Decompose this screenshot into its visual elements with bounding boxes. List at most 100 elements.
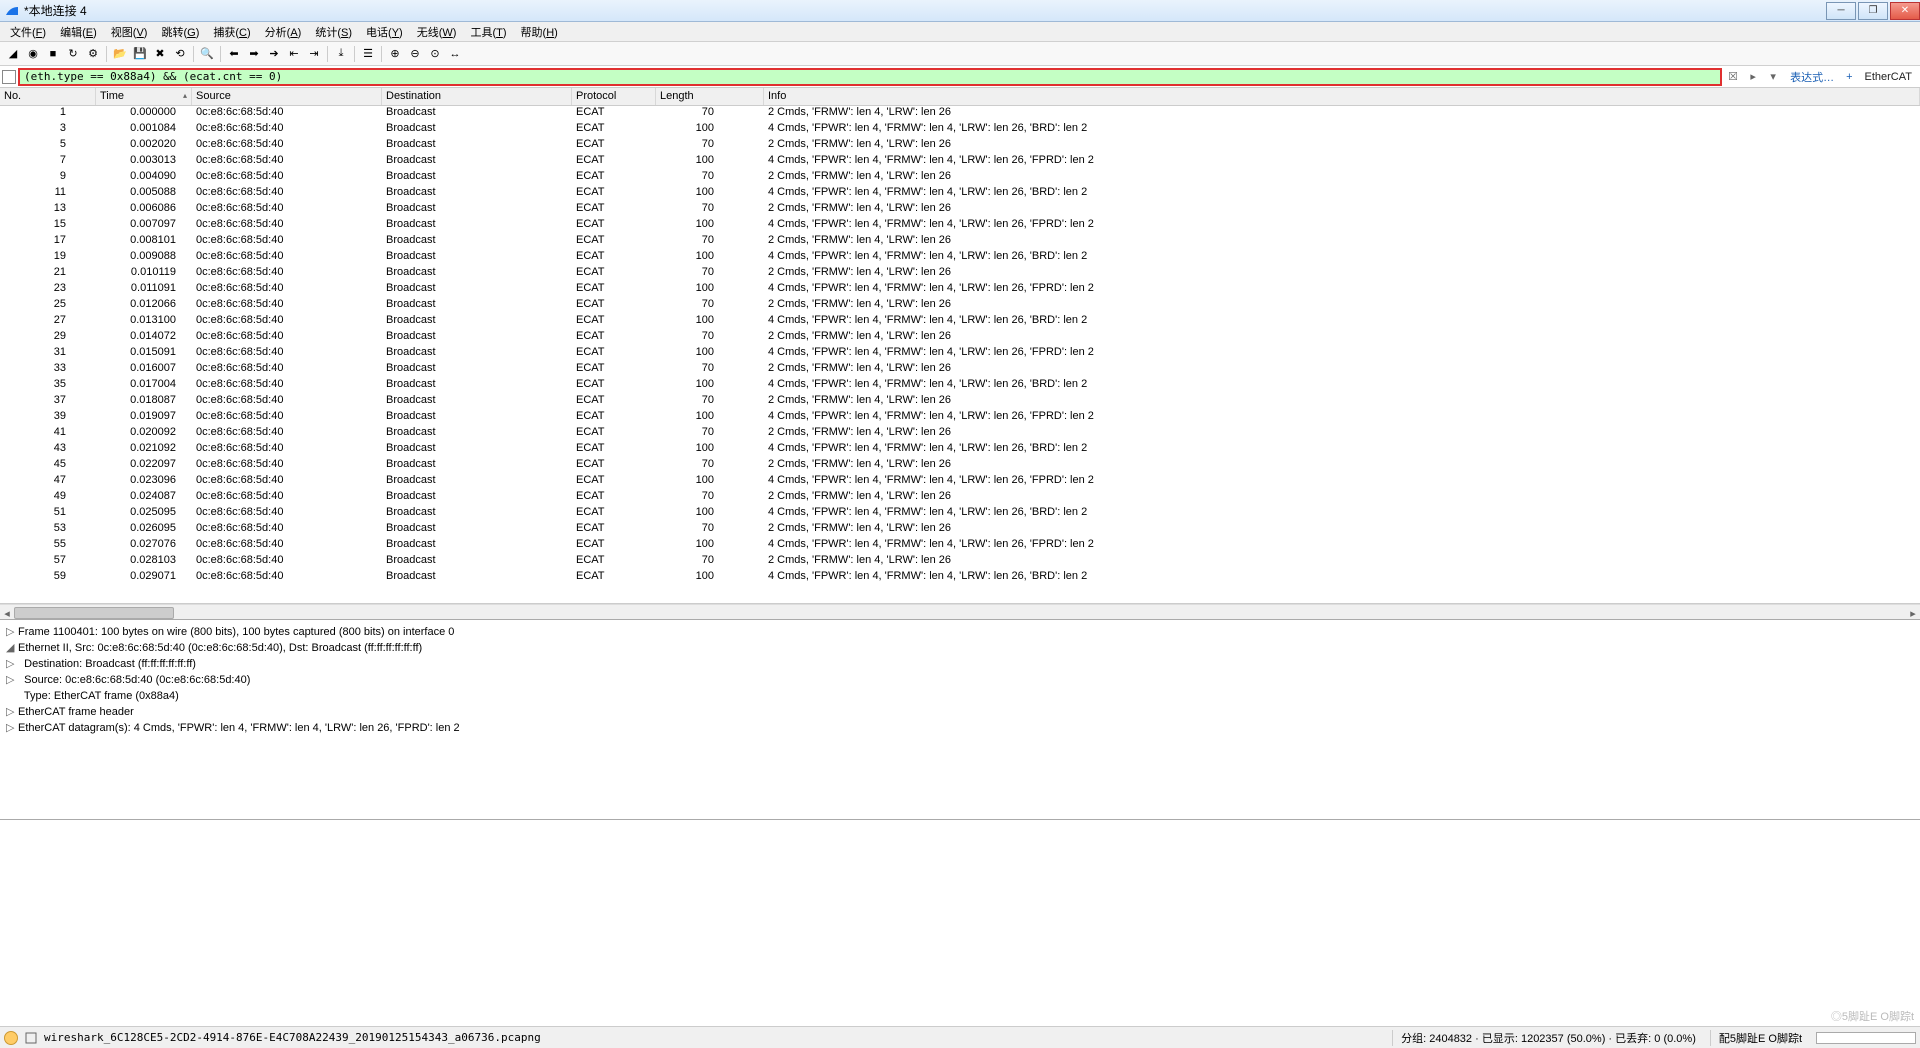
filter-protocol-label[interactable]: EtherCAT <box>1859 71 1918 83</box>
zoom-out-icon[interactable]: ⊖ <box>406 45 424 63</box>
table-row[interactable]: 10.0000000c:e8:6c:68:5d:40BroadcastECAT7… <box>0 106 1920 122</box>
table-row[interactable]: 410.0200920c:e8:6c:68:5d:40BroadcastECAT… <box>0 426 1920 442</box>
table-row[interactable]: 110.0050880c:e8:6c:68:5d:40BroadcastECAT… <box>0 186 1920 202</box>
table-row[interactable]: 470.0230960c:e8:6c:68:5d:40BroadcastECAT… <box>0 474 1920 490</box>
go-forward-icon[interactable]: ➡ <box>245 45 263 63</box>
menu-g[interactable]: 跳转(G) <box>155 22 205 42</box>
table-row[interactable]: 390.0190970c:e8:6c:68:5d:40BroadcastECAT… <box>0 410 1920 426</box>
tree-toggle-icon[interactable]: ▷ <box>6 624 18 640</box>
table-row[interactable]: 30.0010840c:e8:6c:68:5d:40BroadcastECAT1… <box>0 122 1920 138</box>
menu-c[interactable]: 捕获(C) <box>207 22 256 42</box>
menu-a[interactable]: 分析(A) <box>259 22 308 42</box>
table-row[interactable]: 170.0081010c:e8:6c:68:5d:40BroadcastECAT… <box>0 234 1920 250</box>
table-row[interactable]: 430.0210920c:e8:6c:68:5d:40BroadcastECAT… <box>0 442 1920 458</box>
table-row[interactable]: 570.0281030c:e8:6c:68:5d:40BroadcastECAT… <box>0 554 1920 570</box>
table-row[interactable]: 230.0110910c:e8:6c:68:5d:40BroadcastECAT… <box>0 282 1920 298</box>
find-icon[interactable]: 🔍 <box>198 45 216 63</box>
table-row[interactable]: 310.0150910c:e8:6c:68:5d:40BroadcastECAT… <box>0 346 1920 362</box>
table-row[interactable]: 590.0290710c:e8:6c:68:5d:40BroadcastECAT… <box>0 570 1920 586</box>
table-row[interactable]: 350.0170040c:e8:6c:68:5d:40BroadcastECAT… <box>0 378 1920 394</box>
zoom-reset-icon[interactable]: ⊙ <box>426 45 444 63</box>
tree-line[interactable]: Type: EtherCAT frame (0x88a4) <box>6 688 1914 704</box>
table-row[interactable]: 370.0180870c:e8:6c:68:5d:40BroadcastECAT… <box>0 394 1920 410</box>
table-row[interactable]: 510.0250950c:e8:6c:68:5d:40BroadcastECAT… <box>0 506 1920 522</box>
tree-toggle-icon[interactable]: ▷ <box>6 656 18 672</box>
table-row[interactable]: 490.0240870c:e8:6c:68:5d:40BroadcastECAT… <box>0 490 1920 506</box>
minimize-button[interactable]: ─ <box>1826 2 1856 20</box>
col-source[interactable]: Source <box>192 88 382 105</box>
table-row[interactable]: 250.0120660c:e8:6c:68:5d:40BroadcastECAT… <box>0 298 1920 314</box>
col-length[interactable]: Length <box>656 88 764 105</box>
h-scrollbar[interactable]: ◂ ▸ <box>0 604 1920 620</box>
menu-y[interactable]: 电话(Y) <box>360 22 409 42</box>
apply-filter-button[interactable]: ▸ <box>1744 68 1762 86</box>
tree-toggle-icon[interactable]: ▷ <box>6 704 18 720</box>
go-to-packet-icon[interactable]: ➔ <box>265 45 283 63</box>
table-row[interactable]: 210.0101190c:e8:6c:68:5d:40BroadcastECAT… <box>0 266 1920 282</box>
menu-e[interactable]: 编辑(E) <box>54 22 103 42</box>
menu-v[interactable]: 视图(V) <box>105 22 154 42</box>
display-filter-input[interactable] <box>18 68 1722 86</box>
restart-icon[interactable]: ↻ <box>64 45 82 63</box>
menu-t[interactable]: 工具(T) <box>464 22 512 42</box>
save-icon[interactable]: 💾 <box>131 45 149 63</box>
table-row[interactable]: 270.0131000c:e8:6c:68:5d:40BroadcastECAT… <box>0 314 1920 330</box>
col-info[interactable]: Info <box>764 88 1920 105</box>
tree-toggle-icon[interactable] <box>6 688 18 704</box>
col-protocol[interactable]: Protocol <box>572 88 656 105</box>
col-destination[interactable]: Destination <box>382 88 572 105</box>
packet-list[interactable]: 10.0000000c:e8:6c:68:5d:40BroadcastECAT7… <box>0 106 1920 604</box>
col-no[interactable]: No. <box>0 88 96 105</box>
menu-f[interactable]: 文件(F) <box>4 22 52 42</box>
go-back-icon[interactable]: ⬅ <box>225 45 243 63</box>
tree-toggle-icon[interactable]: ◢ <box>6 640 18 656</box>
filter-bookmark-button[interactable] <box>2 70 16 84</box>
reload-icon[interactable]: ⟲ <box>171 45 189 63</box>
clear-filter-button[interactable]: ☒ <box>1724 68 1742 86</box>
stop-icon[interactable]: ■ <box>44 45 62 63</box>
menu-w[interactable]: 无线(W) <box>411 22 463 42</box>
go-first-icon[interactable]: ⇤ <box>285 45 303 63</box>
menu-s[interactable]: 统计(S) <box>309 22 358 42</box>
tree-line[interactable]: ▷ Destination: Broadcast (ff:ff:ff:ff:ff… <box>6 656 1914 672</box>
recent-filters-button[interactable]: ▾ <box>1764 68 1782 86</box>
table-row[interactable]: 130.0060860c:e8:6c:68:5d:40BroadcastECAT… <box>0 202 1920 218</box>
colorize-icon[interactable]: ☰ <box>359 45 377 63</box>
shark-fin-icon[interactable]: ◢ <box>4 45 22 63</box>
tree-line[interactable]: ▷EtherCAT frame header <box>6 704 1914 720</box>
table-row[interactable]: 150.0070970c:e8:6c:68:5d:40BroadcastECAT… <box>0 218 1920 234</box>
table-row[interactable]: 90.0040900c:e8:6c:68:5d:40BroadcastECAT7… <box>0 170 1920 186</box>
add-filter-button[interactable]: + <box>1842 71 1856 83</box>
tree-line[interactable]: ▷ Source: 0c:e8:6c:68:5d:40 (0c:e8:6c:68… <box>6 672 1914 688</box>
profile-label[interactable]: 配5脚趾E O脚踪t <box>1710 1030 1810 1046</box>
table-row[interactable]: 330.0160070c:e8:6c:68:5d:40BroadcastECAT… <box>0 362 1920 378</box>
go-last-icon[interactable]: ⇥ <box>305 45 323 63</box>
menu-h[interactable]: 帮助(H) <box>515 22 564 42</box>
zoom-in-icon[interactable]: ⊕ <box>386 45 404 63</box>
tree-toggle-icon[interactable]: ▷ <box>6 720 18 736</box>
tree-toggle-icon[interactable]: ▷ <box>6 672 18 688</box>
table-row[interactable]: 50.0020200c:e8:6c:68:5d:40BroadcastECAT7… <box>0 138 1920 154</box>
tree-line[interactable]: ◢Ethernet II, Src: 0c:e8:6c:68:5d:40 (0c… <box>6 640 1914 656</box>
packet-details-pane[interactable]: ▷Frame 1100401: 100 bytes on wire (800 b… <box>0 620 1920 820</box>
close-button[interactable]: ✕ <box>1890 2 1920 20</box>
tree-line[interactable]: ▷EtherCAT datagram(s): 4 Cmds, 'FPWR': l… <box>6 720 1914 736</box>
table-row[interactable]: 550.0270760c:e8:6c:68:5d:40BroadcastECAT… <box>0 538 1920 554</box>
expression-button[interactable]: 表达式… <box>1784 69 1840 85</box>
table-row[interactable]: 70.0030130c:e8:6c:68:5d:40BroadcastECAT1… <box>0 154 1920 170</box>
resize-columns-icon[interactable]: ↔ <box>446 45 464 63</box>
tree-line[interactable]: ▷Frame 1100401: 100 bytes on wire (800 b… <box>6 624 1914 640</box>
scroll-right-icon[interactable]: ▸ <box>1906 605 1920 621</box>
record-icon[interactable]: ◉ <box>24 45 42 63</box>
open-icon[interactable]: 📂 <box>111 45 129 63</box>
auto-scroll-icon[interactable]: ⤓ <box>332 45 350 63</box>
options-icon[interactable]: ⚙ <box>84 45 102 63</box>
scroll-left-icon[interactable]: ◂ <box>0 605 14 621</box>
close-file-icon[interactable]: ✖ <box>151 45 169 63</box>
table-row[interactable]: 190.0090880c:e8:6c:68:5d:40BroadcastECAT… <box>0 250 1920 266</box>
table-row[interactable]: 450.0220970c:e8:6c:68:5d:40BroadcastECAT… <box>0 458 1920 474</box>
table-row[interactable]: 530.0260950c:e8:6c:68:5d:40BroadcastECAT… <box>0 522 1920 538</box>
col-time[interactable]: Time▴ <box>96 88 192 105</box>
table-row[interactable]: 290.0140720c:e8:6c:68:5d:40BroadcastECAT… <box>0 330 1920 346</box>
maximize-button[interactable]: ❐ <box>1858 2 1888 20</box>
